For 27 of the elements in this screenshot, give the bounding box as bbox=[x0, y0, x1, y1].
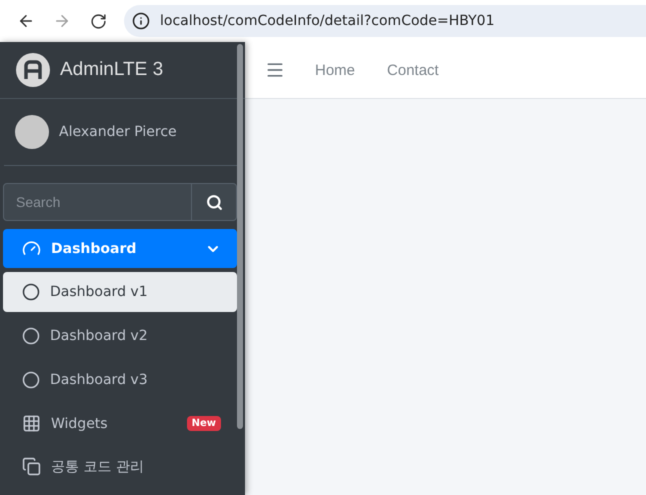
brand-title[interactable]: AdminLTE 3 bbox=[60, 59, 164, 81]
reload-icon bbox=[90, 12, 106, 30]
logo-icon bbox=[16, 53, 50, 87]
new-badge: New bbox=[186, 416, 221, 431]
address-bar[interactable]: localhost/comCodeInfo/detail?comCode=HBY01 bbox=[124, 5, 646, 37]
grid-icon bbox=[22, 414, 41, 433]
circle-icon bbox=[22, 283, 40, 301]
circle-icon bbox=[22, 327, 40, 345]
nav-item[interactable]: 공통 코드 관리 bbox=[3, 447, 237, 486]
gauge-icon bbox=[22, 239, 41, 258]
user-name[interactable]: Alexander Pierce bbox=[59, 124, 177, 140]
nav-item[interactable]: Dashboard bbox=[3, 229, 237, 268]
scrollbar[interactable] bbox=[237, 44, 243, 429]
nav-link[interactable]: Contact bbox=[371, 62, 455, 78]
nav-subitem[interactable]: Dashboard v3 bbox=[3, 360, 237, 400]
nav-item[interactable]: Widgets New bbox=[3, 404, 237, 443]
circle-icon bbox=[22, 371, 40, 389]
search-field[interactable]: Search bbox=[3, 183, 237, 221]
avatar-placeholder bbox=[15, 115, 49, 149]
back-icon bbox=[17, 12, 35, 30]
forward-icon bbox=[53, 12, 71, 30]
copy-icon bbox=[22, 457, 41, 476]
nav-subitem[interactable]: Dashboard v2 bbox=[3, 316, 237, 356]
search-icon bbox=[206, 194, 222, 210]
nav-subitem[interactable]: Dashboard v1 bbox=[3, 272, 237, 312]
info-icon bbox=[132, 12, 150, 30]
nav-link[interactable]: Home bbox=[299, 62, 372, 78]
